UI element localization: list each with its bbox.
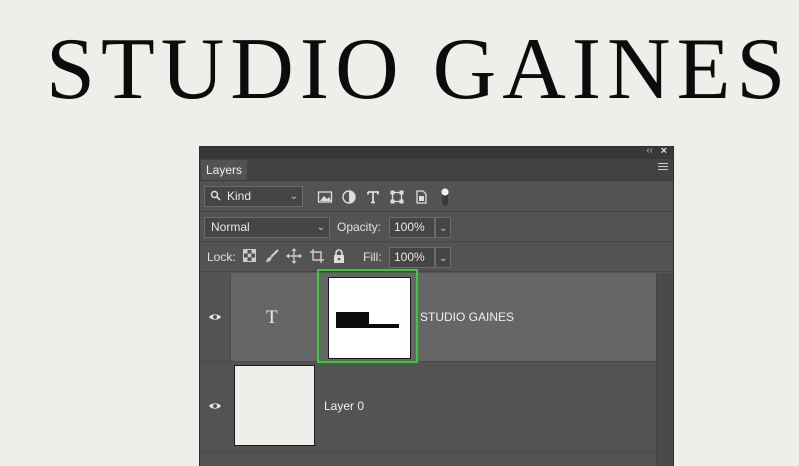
chevron-down-icon: ⌄ [289,191,298,202]
lock-position-icon[interactable] [286,248,302,264]
layer-row-background[interactable]: Layer 0 [200,362,657,452]
thumbnail-text-line [369,324,399,328]
blend-mode-dropdown[interactable]: Normal ⌄ [204,217,330,238]
lock-row: Lock: Fill: 100% ⌄ [200,242,673,272]
type-filter-icon[interactable] [365,189,381,205]
type-layer-icon: T [266,307,278,328]
fill-dropdown-button[interactable]: ⌄ [435,247,451,268]
layer-list: T STUDIO GAINES Layer 0 [200,269,657,466]
panel-menu-icon[interactable] [658,163,668,172]
lock-all-icon[interactable] [331,248,347,264]
blend-mode-value: Normal [211,220,250,234]
blend-row: Normal ⌄ Opacity: 100% ⌄ [200,212,673,242]
chevron-down-icon: ⌄ [439,253,448,264]
filter-row: Kind ⌄ [200,182,673,212]
lock-transparent-pixels-icon[interactable] [243,249,256,262]
layer-thumbnail-text[interactable] [328,277,411,359]
filter-kind-label: Kind [227,189,252,203]
layer-list-scrollbar[interactable] [656,273,673,466]
layer-name[interactable]: STUDIO GAINES [420,310,514,324]
visibility-toggle[interactable] [200,273,231,361]
panel-tab-row: Layers [200,159,673,181]
layer-name[interactable]: Layer 0 [324,399,364,413]
opacity-dropdown-button[interactable]: ⌄ [435,217,451,238]
opacity-input[interactable]: 100% [389,217,435,238]
thumbnail-text-block [336,312,369,328]
eye-icon [209,314,221,320]
adjustment-filter-icon[interactable] [341,189,357,205]
image-filter-icon[interactable] [317,189,333,205]
chevron-down-icon: ⌄ [316,222,325,233]
layer-thumbnail-background[interactable] [234,365,315,446]
panel-titlebar: ‹‹ × [200,147,673,159]
lock-image-pixels-icon[interactable] [264,248,280,264]
filter-toggle-icon[interactable] [440,186,450,208]
lock-label: Lock: [207,250,236,264]
headline-text: STUDIO GAINES [46,21,792,118]
visibility-toggle[interactable] [200,362,230,451]
tab-layers[interactable]: Layers [201,160,247,180]
eye-icon [209,403,221,409]
collapse-panel-button[interactable]: ‹‹ [646,147,653,156]
filter-kind-dropdown[interactable]: Kind ⌄ [204,186,303,207]
opacity-label: Opacity: [337,220,382,234]
shape-filter-icon[interactable] [389,189,405,205]
search-icon [210,190,221,201]
fill-label: Fill: [363,250,382,264]
fill-input[interactable]: 100% [389,247,435,268]
smart-object-filter-icon[interactable] [413,189,429,205]
chevron-down-icon: ⌄ [439,223,448,234]
layer-row-text[interactable]: T STUDIO GAINES [200,269,657,363]
close-panel-button[interactable]: × [661,147,667,157]
lock-artboard-icon[interactable] [309,248,325,264]
layers-panel: ‹‹ × Layers Kind ⌄ Normal ⌄ Opacity: 100… [199,146,674,466]
